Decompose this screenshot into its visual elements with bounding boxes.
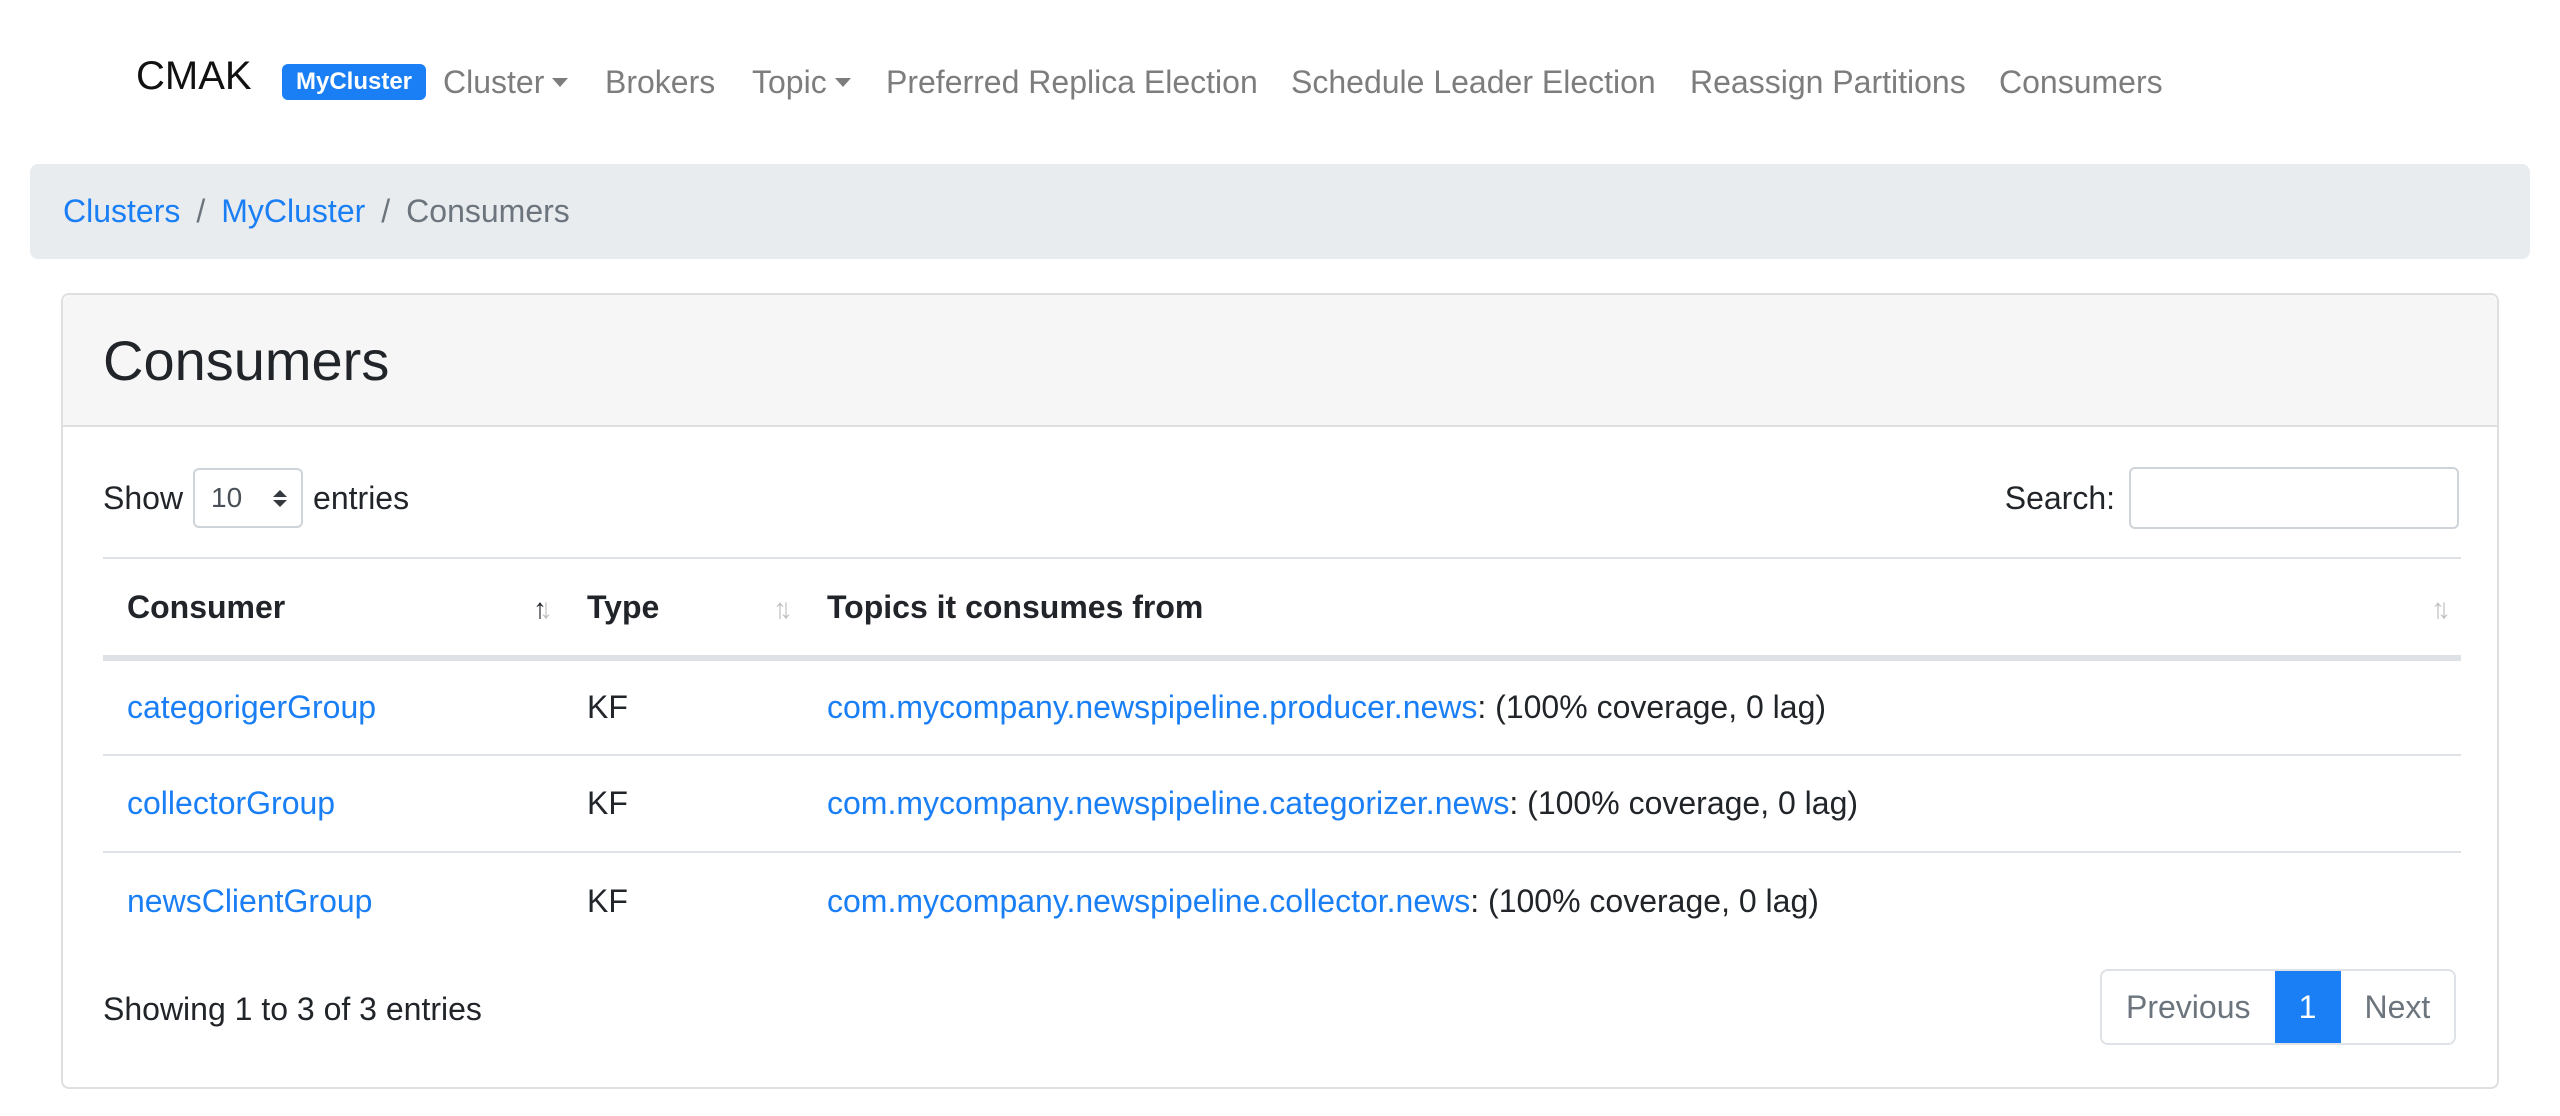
column-label: Consumer (127, 588, 286, 625)
nav-brokers[interactable]: Brokers (605, 60, 715, 104)
page-length-select[interactable]: 10 (193, 468, 304, 528)
cluster-badge[interactable]: MyCluster (282, 64, 426, 100)
search-input[interactable] (2129, 467, 2459, 529)
column-label: Type (587, 588, 660, 625)
nav-consumers[interactable]: Consumers (1999, 60, 2163, 104)
column-header-topics[interactable]: Topics it consumes from ↑↓ (803, 557, 2461, 661)
nav-item-label: Cluster (443, 64, 545, 100)
consumer-type: KF (563, 755, 803, 853)
nav-topic-dropdown[interactable]: Topic (752, 60, 851, 104)
consumers-table: Consumer ↑↓ Type ↑↓ Topics it consumes f… (103, 557, 2461, 949)
nav-cluster-dropdown[interactable]: Cluster (443, 60, 569, 104)
table-row: categorigerGroup KF com.mycompany.newspi… (103, 658, 2461, 756)
page-length-control: Show 10 entries (103, 467, 409, 529)
topic-detail: : (100% coverage, 0 lag) (1470, 882, 1819, 919)
show-label: Show (103, 479, 184, 516)
consumers-card: Consumers Show 10 entries Search: Consum… (61, 293, 2499, 1089)
nav-preferred-replica-election[interactable]: Preferred Replica Election (886, 60, 1258, 104)
sort-ascending-icon: ↑↓ (533, 593, 553, 624)
entries-label: entries (313, 479, 410, 516)
page-title: Consumers (103, 329, 390, 392)
sort-icon: ↑↓ (773, 593, 793, 624)
select-arrows-icon (273, 489, 288, 507)
table-header-row: Consumer ↑↓ Type ↑↓ Topics it consumes f… (103, 557, 2461, 661)
breadcrumb-clusters[interactable]: Clusters (63, 193, 180, 230)
table-info: Showing 1 to 3 of 3 entries (103, 991, 482, 1027)
consumer-link[interactable]: newsClientGroup (127, 883, 372, 919)
nav-item-label: Topic (752, 64, 827, 100)
next-page-button[interactable]: Next (2340, 971, 2455, 1043)
previous-page-button[interactable]: Previous (2102, 971, 2275, 1043)
topic-link[interactable]: com.mycompany.newspipeline.producer.news (827, 689, 1477, 725)
topic-detail: : (100% coverage, 0 lag) (1477, 689, 1827, 725)
table-row: newsClientGroup KF com.mycompany.newspip… (103, 852, 2461, 949)
breadcrumb: Clusters / MyCluster / Consumers (30, 164, 2530, 259)
navbar: CMAK MyCluster Cluster Brokers Topic Pre… (0, 0, 2560, 164)
page-length-value: 10 (211, 482, 243, 513)
sort-icon: ↑↓ (2431, 593, 2451, 624)
topic-link[interactable]: com.mycompany.newspipeline.collector.new… (827, 883, 1470, 919)
search-label: Search: (2004, 479, 2115, 516)
breadcrumb-current: Consumers (406, 193, 570, 229)
card-header: Consumers (63, 295, 2497, 427)
consumer-link[interactable]: categorigerGroup (127, 689, 376, 725)
nav-reassign-partitions[interactable]: Reassign Partitions (1690, 60, 1966, 104)
caret-down-icon (552, 78, 569, 87)
search-control: Search: (2005, 467, 2459, 529)
page-1-button[interactable]: 1 (2274, 971, 2341, 1043)
column-header-consumer[interactable]: Consumer ↑↓ (103, 557, 563, 661)
consumer-type: KF (563, 658, 803, 756)
consumer-type: KF (587, 882, 628, 919)
topic-detail: : (100% coverage, 0 lag) (1509, 785, 1859, 821)
breadcrumb-separator: / (196, 193, 206, 229)
consumer-link[interactable]: collectorGroup (127, 785, 335, 821)
topic-link[interactable]: com.mycompany.newspipeline.categorizer.n… (827, 785, 1509, 821)
breadcrumb-mycluster[interactable]: MyCluster (221, 193, 365, 230)
column-label: Topics it consumes from (827, 588, 1204, 625)
column-header-type[interactable]: Type ↑↓ (563, 557, 803, 661)
nav-schedule-leader-election[interactable]: Schedule Leader Election (1291, 60, 1656, 104)
breadcrumb-separator: / (381, 193, 391, 229)
table-row: collectorGroup KF com.mycompany.newspipe… (103, 755, 2461, 853)
brand-logo[interactable]: CMAK (136, 52, 252, 100)
pagination: Previous 1 Next (2100, 969, 2457, 1045)
caret-down-icon (834, 78, 851, 87)
